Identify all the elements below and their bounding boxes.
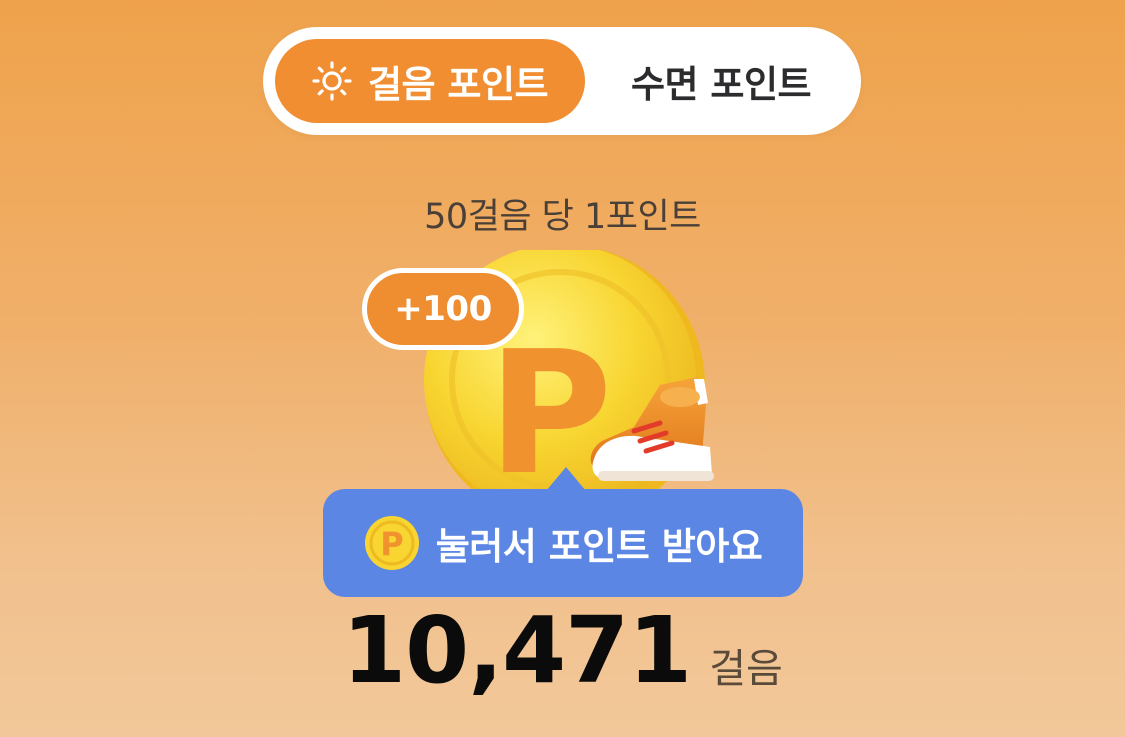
tab-sleep-points-label: 수면 포인트 [630, 63, 812, 106]
tab-walk-points-label: 걸음 포인트 [367, 63, 549, 106]
step-count-value: 10,471 [342, 597, 692, 704]
tooltip-arrow [546, 467, 586, 491]
claim-points-button[interactable]: P 눌러서 포인트 받아요 [323, 489, 803, 597]
step-count: 10,471 걸음 [0, 605, 1125, 697]
tab-walk-points[interactable]: 걸음 포인트 [275, 39, 585, 123]
svg-text:P: P [380, 525, 403, 563]
point-type-tabs: 걸음 포인트 수면 포인트 [263, 27, 861, 135]
claim-points-label: 눌러서 포인트 받아요 [435, 525, 763, 568]
sun-icon [312, 61, 352, 101]
tab-sleep-points[interactable]: 수면 포인트 [593, 39, 849, 123]
step-count-unit: 걸음 [709, 646, 783, 692]
bonus-points-badge: +100 [362, 268, 524, 350]
point-coin-icon: P [364, 515, 420, 571]
point-rate-text: 50걸음 당 1포인트 [424, 197, 701, 237]
